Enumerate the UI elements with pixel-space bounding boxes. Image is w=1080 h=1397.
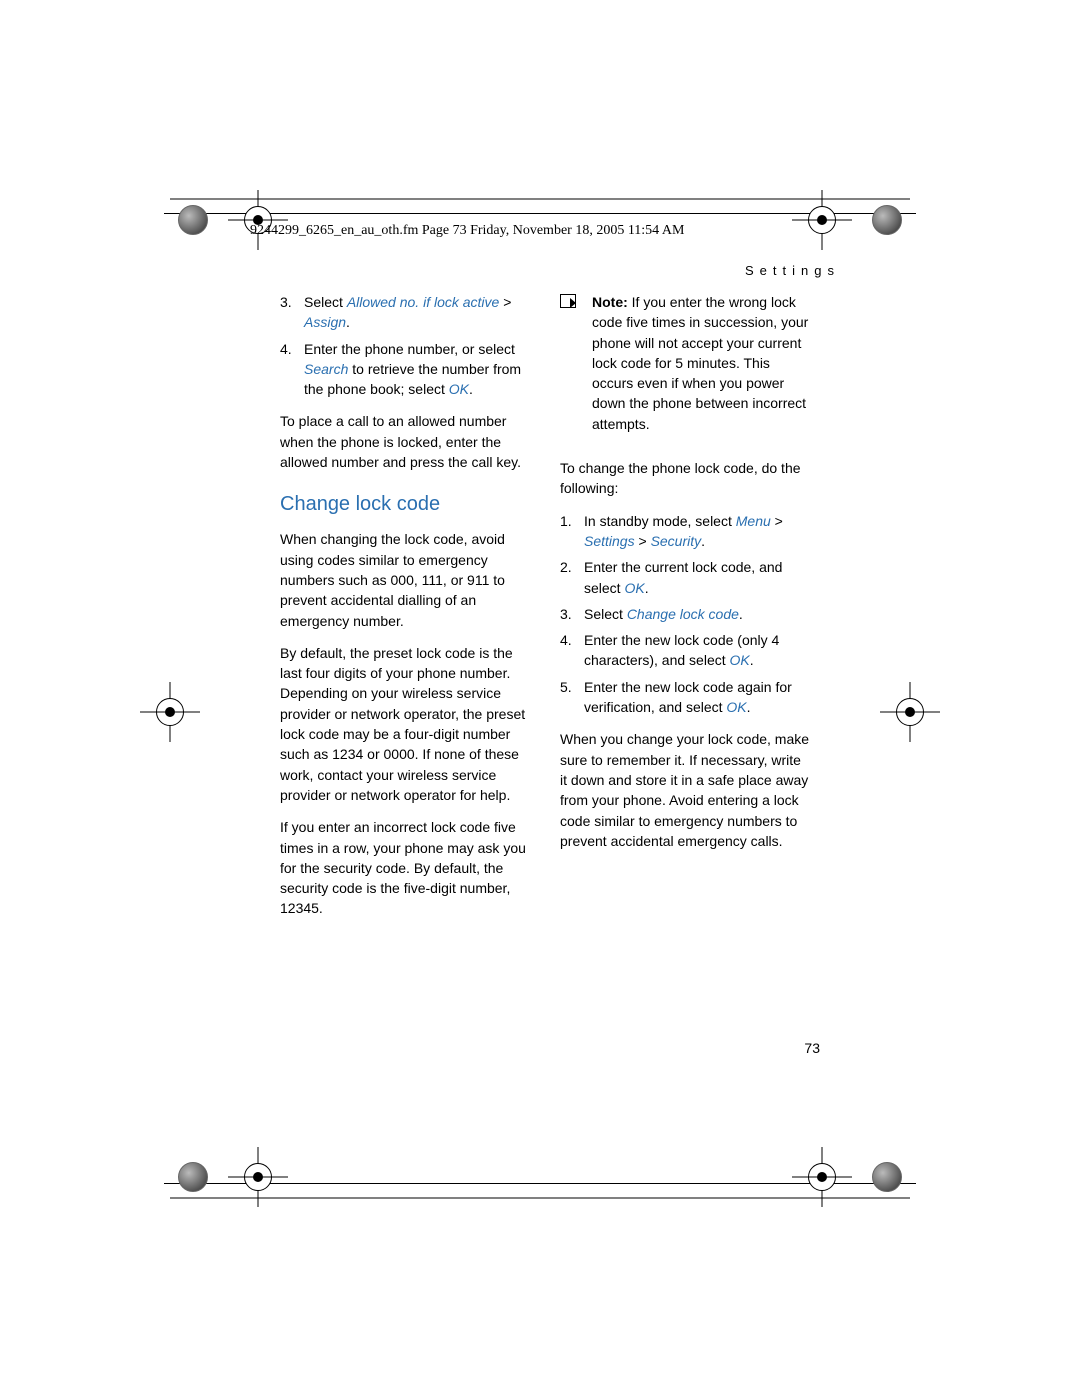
step-number: 2. — [560, 557, 572, 577]
crop-marks-bottom — [170, 1184, 910, 1212]
step-text: Enter the phone number, or select Search… — [304, 341, 521, 398]
section-header: Settings — [745, 263, 840, 278]
document-slug: 9244299_6265_en_au_oth.fm Page 73 Friday… — [250, 223, 684, 239]
step-text: In standby mode, select Menu > Settings … — [584, 513, 783, 549]
note-icon — [560, 294, 582, 316]
reg-cross-icon — [800, 1155, 844, 1199]
body-paragraph: When you change your lock code, make sur… — [560, 729, 810, 851]
page-number: 73 — [804, 1040, 820, 1056]
step-number: 1. — [560, 511, 572, 531]
list-item: 4. Enter the new lock code (only 4 charac… — [560, 630, 810, 671]
registration-mark-mid-right — [888, 690, 932, 734]
right-steps-b: 1. In standby mode, select Menu > Setting… — [560, 511, 810, 718]
step-text: Enter the new lock code (only 4 characte… — [584, 632, 779, 668]
step-number: 3. — [280, 292, 292, 312]
step-number: 3. — [560, 604, 572, 624]
body-paragraph: To change the phone lock code, do the fo… — [560, 458, 810, 499]
list-item: 3. Select Allowed no. if lock active > As… — [280, 292, 530, 333]
left-column: 3. Select Allowed no. if lock active > As… — [280, 292, 530, 931]
body-paragraph: When changing the lock code, avoid using… — [280, 529, 530, 630]
registration-mark-bottom-right — [800, 1155, 902, 1199]
manual-page: 9244299_6265_en_au_oth.fm Page 73 Friday… — [0, 0, 1080, 1397]
list-item: 5. Enter the new lock code again for veri… — [560, 677, 810, 718]
heading-change-lock-code: Change lock code — [280, 490, 530, 519]
step-number: 4. — [560, 630, 572, 650]
body-paragraph: By default, the preset lock code is the … — [280, 643, 530, 805]
reg-cross-icon — [236, 1155, 280, 1199]
note-text: Note: If you enter the wrong lock code f… — [592, 292, 810, 434]
reg-dot-icon — [178, 205, 208, 235]
list-item: 1. In standby mode, select Menu > Setting… — [560, 511, 810, 552]
reg-cross-icon — [888, 690, 932, 734]
note-block: Note: If you enter the wrong lock code f… — [560, 292, 810, 446]
left-steps-a: 3. Select Allowed no. if lock active > As… — [280, 292, 530, 399]
step-text: Select Change lock code. — [584, 606, 743, 622]
step-text: Enter the current lock code, and select … — [584, 559, 782, 595]
crop-marks-top — [170, 185, 910, 213]
registration-mark-bottom-left — [178, 1155, 280, 1199]
step-number: 4. — [280, 339, 292, 359]
reg-cross-icon — [800, 198, 844, 242]
list-item: 2. Enter the current lock code, and selec… — [560, 557, 810, 598]
list-item: 4. Enter the phone number, or select Sear… — [280, 339, 530, 400]
list-item: 3. Select Change lock code. — [560, 604, 810, 624]
step-number: 5. — [560, 677, 572, 697]
body-paragraph: If you enter an incorrect lock code five… — [280, 817, 530, 918]
reg-dot-icon — [178, 1162, 208, 1192]
body-columns: 3. Select Allowed no. if lock active > As… — [280, 292, 810, 931]
step-text: Select Allowed no. if lock active > Assi… — [304, 294, 511, 330]
reg-dot-icon — [872, 1162, 902, 1192]
right-column: Note: If you enter the wrong lock code f… — [560, 292, 810, 931]
step-text: Enter the new lock code again for verifi… — [584, 679, 792, 715]
registration-mark-top-right — [800, 198, 902, 242]
reg-cross-icon — [148, 690, 192, 734]
body-paragraph: To place a call to an allowed number whe… — [280, 411, 530, 472]
reg-dot-icon — [872, 205, 902, 235]
registration-mark-mid-left — [148, 690, 192, 734]
